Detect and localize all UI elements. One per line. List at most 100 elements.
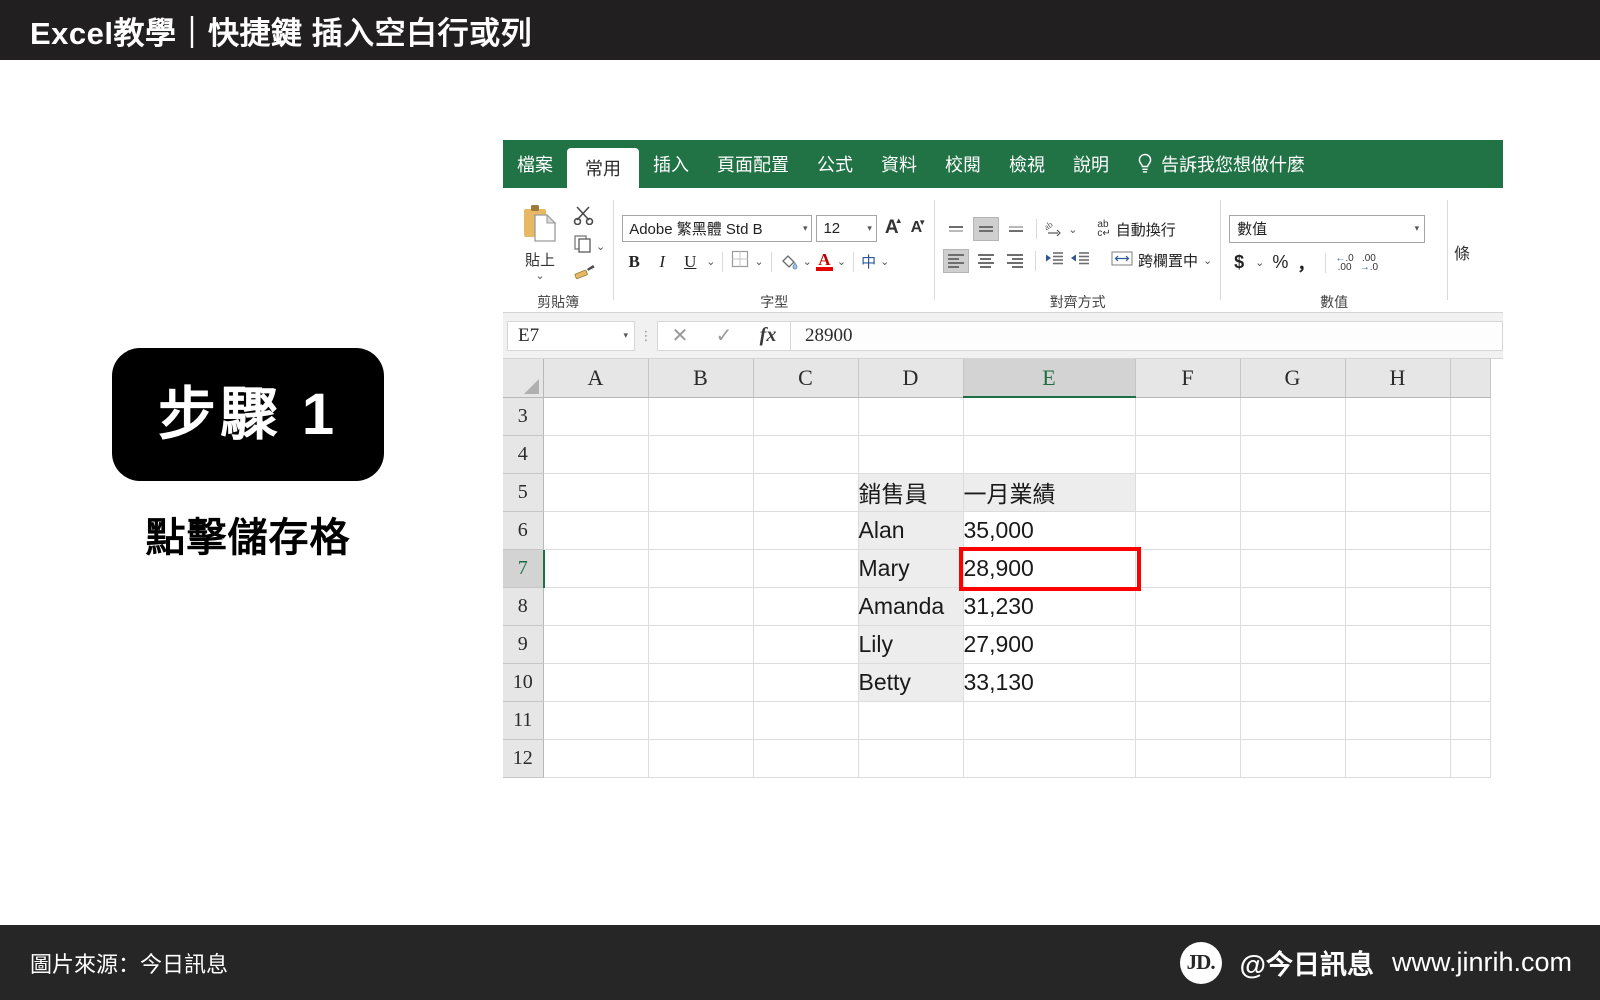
scissors-icon[interactable]	[573, 205, 605, 230]
currency-chevron-down-icon[interactable]: ⌄	[1255, 258, 1264, 269]
cell-partial-12[interactable]	[1450, 739, 1491, 778]
font-size-combo[interactable]: 12 ▾	[816, 214, 877, 242]
chevron-down-icon[interactable]: ⌄	[535, 271, 544, 282]
cell-a9[interactable]	[543, 625, 649, 664]
cell-b12[interactable]	[648, 739, 754, 778]
align-left-button[interactable]	[943, 248, 969, 273]
cell-e11[interactable]	[963, 701, 1136, 740]
cell-f10[interactable]	[1135, 663, 1241, 702]
cell-a11[interactable]	[543, 701, 649, 740]
decrease-decimal-icon[interactable]: .00 →.0	[1360, 253, 1378, 272]
cell-d9[interactable]: Lily	[858, 625, 964, 664]
cell-f8[interactable]	[1135, 587, 1241, 626]
cell-c7[interactable]	[753, 549, 859, 588]
cell-h9[interactable]	[1345, 625, 1451, 664]
cell-e10[interactable]: 33,130	[963, 663, 1136, 702]
increase-decimal-icon[interactable]: ←.0.00	[1335, 253, 1353, 272]
cell-c10[interactable]	[753, 663, 859, 702]
cell-c8[interactable]	[753, 587, 859, 626]
cell-g10[interactable]	[1240, 663, 1346, 702]
cell-f9[interactable]	[1135, 625, 1241, 664]
cell-f7[interactable]	[1135, 549, 1241, 588]
increase-indent-icon[interactable]	[1069, 249, 1091, 272]
cell-b5[interactable]	[648, 473, 754, 512]
row-header-3[interactable]: 3	[503, 397, 544, 436]
column-header-e[interactable]: E	[963, 359, 1136, 398]
tell-me-box[interactable]: 告訴我您想做什麼	[1137, 140, 1305, 188]
cell-g3[interactable]	[1240, 397, 1346, 436]
percent-button[interactable]: %	[1270, 251, 1290, 275]
confirm-icon[interactable]: ✓	[702, 322, 746, 350]
cell-partial-4[interactable]	[1450, 435, 1491, 474]
cell-h7[interactable]	[1345, 549, 1451, 588]
cell-d3[interactable]	[858, 397, 964, 436]
cell-d5[interactable]: 銷售員	[858, 473, 964, 512]
cell-e7[interactable]: 28,900	[963, 549, 1136, 588]
cell-a6[interactable]	[543, 511, 649, 550]
cell-h12[interactable]	[1345, 739, 1451, 778]
cell-c6[interactable]	[753, 511, 859, 550]
cell-b3[interactable]	[648, 397, 754, 436]
shrink-font-button[interactable]: A ▼	[907, 218, 927, 237]
cell-partial-5[interactable]	[1450, 473, 1491, 512]
row-header-4[interactable]: 4	[503, 435, 544, 474]
cell-f12[interactable]	[1135, 739, 1241, 778]
cell-g12[interactable]	[1240, 739, 1346, 778]
cell-b9[interactable]	[648, 625, 754, 664]
cell-d7[interactable]: Mary	[858, 549, 964, 588]
cell-c5[interactable]	[753, 473, 859, 512]
cell-b7[interactable]	[648, 549, 754, 588]
currency-button[interactable]: $	[1229, 251, 1249, 275]
row-header-9[interactable]: 9	[503, 625, 544, 664]
ribbon-tab-review[interactable]: 校閱	[931, 140, 995, 188]
cell-d12[interactable]	[858, 739, 964, 778]
text-orientation-icon[interactable]: ab	[1042, 217, 1064, 242]
cell-b6[interactable]	[648, 511, 754, 550]
ribbon-tab-insert[interactable]: 插入	[639, 140, 703, 188]
comma-style-button[interactable]: ，	[1296, 251, 1316, 275]
row-header-7[interactable]: 7	[503, 549, 544, 588]
cell-h8[interactable]	[1345, 587, 1451, 626]
cell-g5[interactable]	[1240, 473, 1346, 512]
cell-h4[interactable]	[1345, 435, 1451, 474]
borders-chevron-down-icon[interactable]: ⌄	[754, 257, 763, 268]
ribbon-tab-page-layout[interactable]: 頁面配置	[703, 140, 803, 188]
cell-partial-6[interactable]	[1450, 511, 1491, 550]
cell-d11[interactable]	[858, 701, 964, 740]
cell-f6[interactable]	[1135, 511, 1241, 550]
number-format-combo[interactable]: 數值 ▾	[1229, 214, 1426, 243]
cell-d4[interactable]	[858, 435, 964, 474]
font-name-combo[interactable]: Adobe 繁黑體 Std B ▾	[622, 214, 813, 242]
cell-e4[interactable]	[963, 435, 1136, 474]
row-header-5[interactable]: 5	[503, 473, 544, 512]
orientation-chevron-down-icon[interactable]: ⌄	[1068, 224, 1077, 235]
decrease-indent-icon[interactable]	[1043, 249, 1065, 272]
cell-h5[interactable]	[1345, 473, 1451, 512]
paste-button[interactable]: 貼上 ⌄	[511, 203, 569, 282]
cell-d10[interactable]: Betty	[858, 663, 964, 702]
column-header-h[interactable]: H	[1345, 359, 1451, 398]
cell-a10[interactable]	[543, 663, 649, 702]
align-right-button[interactable]	[1003, 249, 1029, 273]
ribbon-tab-view[interactable]: 檢視	[995, 140, 1059, 188]
column-header-f[interactable]: F	[1135, 359, 1241, 398]
fill-color-icon[interactable]	[779, 252, 799, 272]
cell-d6[interactable]: Alan	[858, 511, 964, 550]
cell-a7[interactable]	[543, 549, 649, 588]
cell-b10[interactable]	[648, 663, 754, 702]
cell-e6[interactable]: 35,000	[963, 511, 1136, 550]
cell-c11[interactable]	[753, 701, 859, 740]
cell-partial-11[interactable]	[1450, 701, 1491, 740]
cell-f4[interactable]	[1135, 435, 1241, 474]
merge-chevron-down-icon[interactable]: ⌄	[1203, 256, 1212, 267]
column-header-g[interactable]: G	[1240, 359, 1346, 398]
underline-button[interactable]: U	[678, 249, 702, 275]
row-header-8[interactable]: 8	[503, 587, 544, 626]
cell-a4[interactable]	[543, 435, 649, 474]
cell-h10[interactable]	[1345, 663, 1451, 702]
cell-c4[interactable]	[753, 435, 859, 474]
cell-a12[interactable]	[543, 739, 649, 778]
cell-g8[interactable]	[1240, 587, 1346, 626]
font-color-button[interactable]: A	[815, 251, 833, 271]
fill-color-chevron-down-icon[interactable]: ⌄	[803, 257, 812, 268]
